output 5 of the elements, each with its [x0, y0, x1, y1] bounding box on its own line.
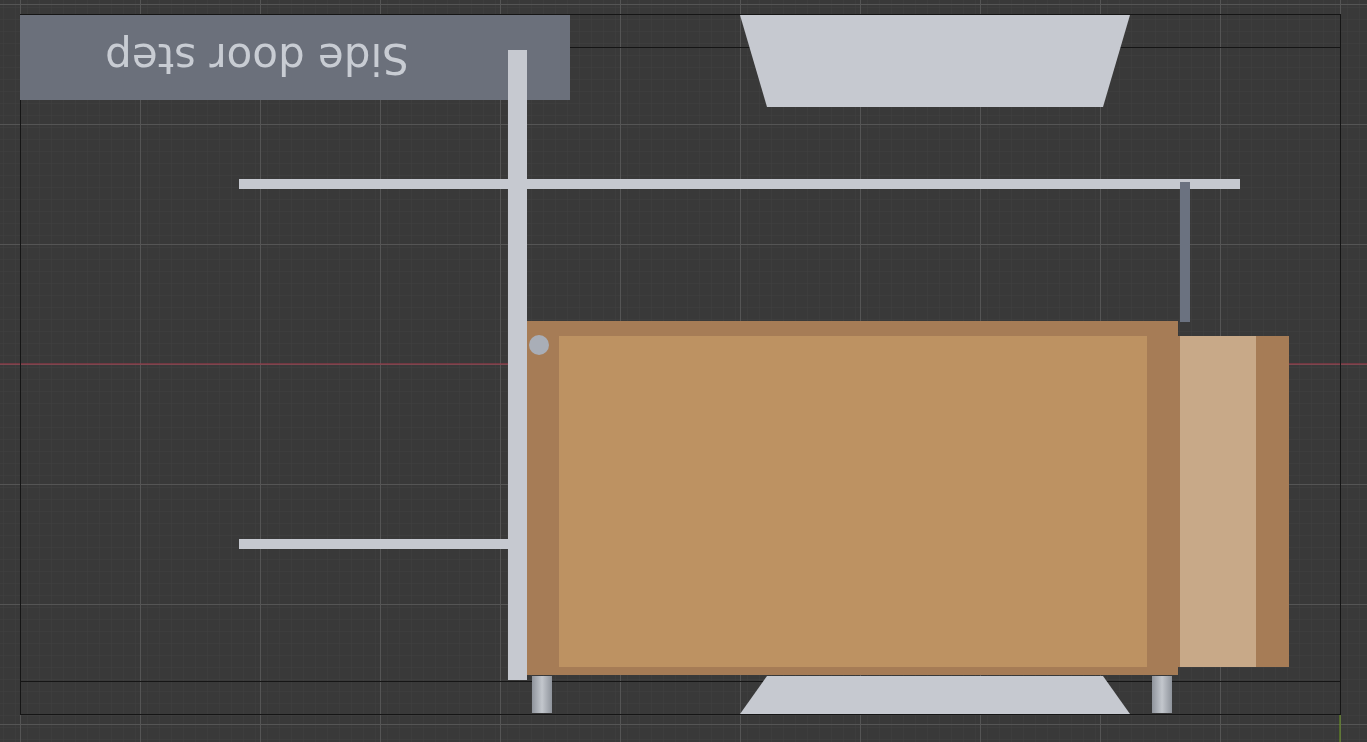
sofa-leg [532, 676, 552, 713]
sofa-leg [1152, 676, 1172, 713]
pivot-dot [529, 335, 549, 355]
label-text: Side door step [105, 33, 409, 83]
y-axis-line [1339, 713, 1341, 742]
